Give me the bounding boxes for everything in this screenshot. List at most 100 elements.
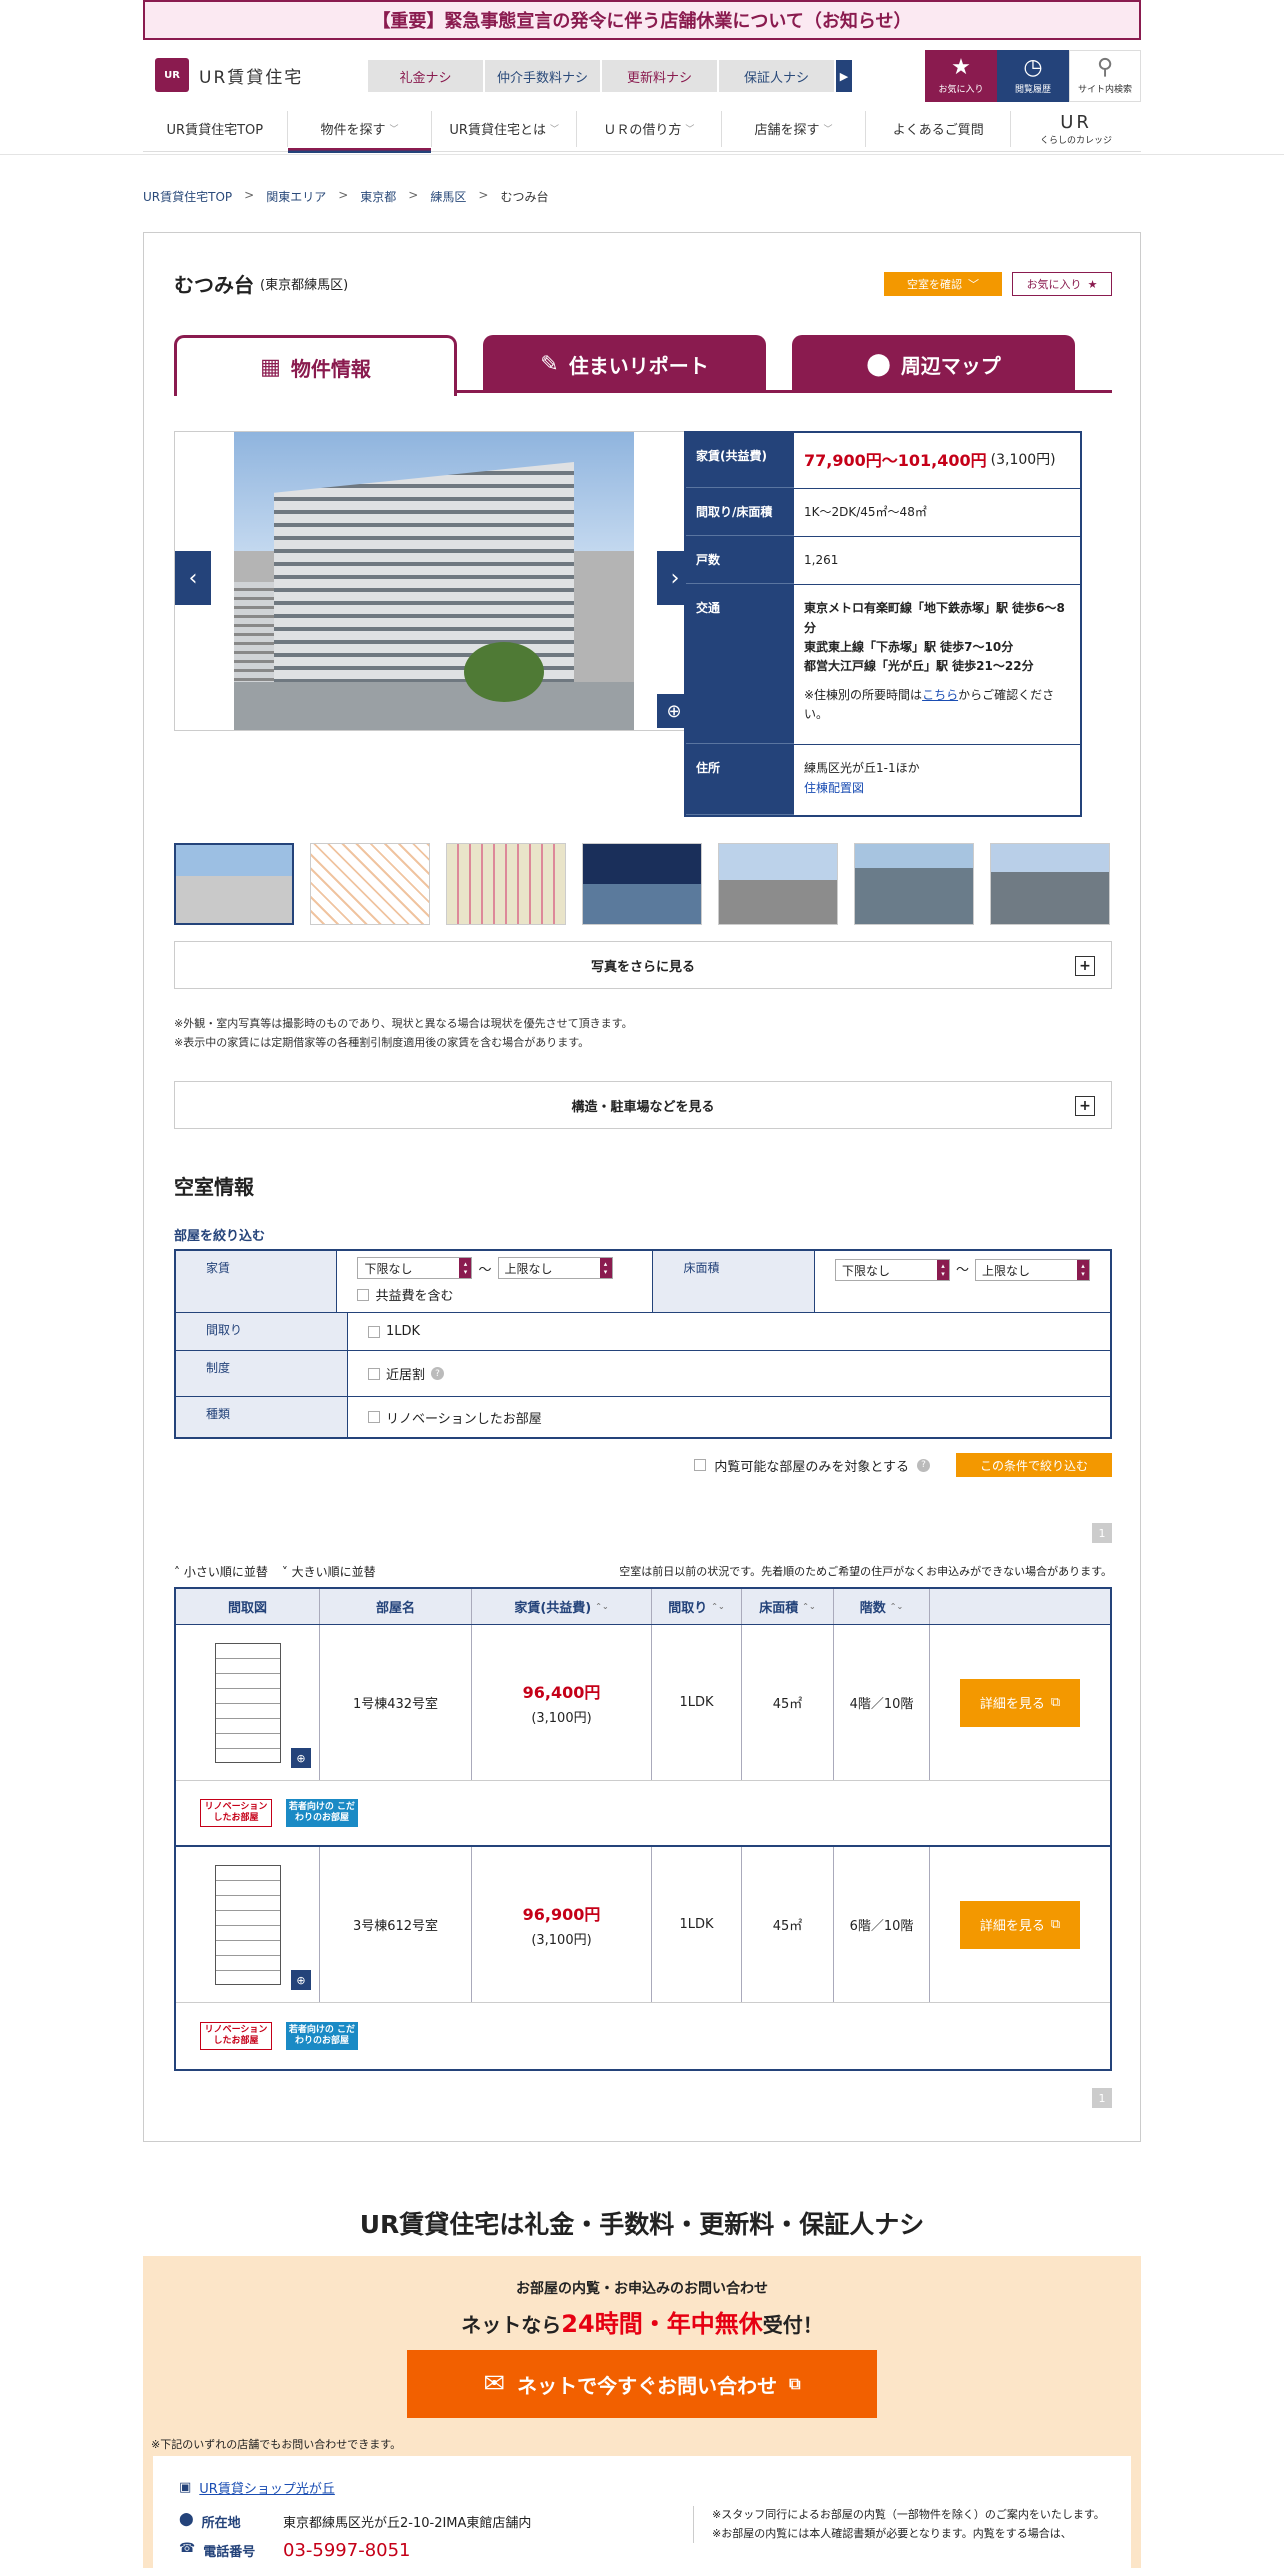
breadcrumb-item[interactable]: 練馬区 [430,188,466,205]
banner-next-arrow-icon[interactable]: ▶ [836,60,852,92]
nav-college-link[interactable]: UR くらしのカレッジ [1011,112,1141,146]
breadcrumb-item[interactable]: 関東エリア [266,188,326,205]
history-button[interactable]: ◷ 閲覧履歴 [997,50,1069,102]
include-common-checkbox[interactable] [357,1288,370,1301]
breadcrumb-item[interactable]: UR賃貸住宅TOP [143,188,232,205]
viewable-only-checkbox[interactable] [694,1459,707,1471]
tab-living-report[interactable]: ✎ 住まいリポート [483,335,766,393]
area-min-select[interactable]: 下限なし [834,1259,950,1281]
nav-how-to-rent[interactable]: ＵＲの借り方 ﹀ [577,110,722,147]
nav-faq[interactable]: よくあるご質問 [866,110,1012,147]
room-table-header: 間取図 部屋名 家賃(共益費) ⌃⌄ 間取り ⌃⌄ 床面積 ⌃⌄ 階数 ⌃⌄ [176,1589,1110,1625]
sort-note: 空室は前日以前の状況です。先着順のためご希望の住戸がなくお申込みができない場合が… [619,1565,1112,1578]
favorites-button[interactable]: ★ お気に入り [925,50,997,102]
header-divider [0,154,1284,155]
sort-layout-header[interactable]: 間取り ⌃⌄ [652,1589,742,1624]
layout-label: 間取り/床面積 [686,489,794,537]
shop-address-row: ⬤ 所在地 東京都練馬区光が丘2-10-2IMA東館店舗内 [179,2512,532,2531]
thumbnail[interactable] [718,843,838,925]
thumbnail[interactable] [174,843,294,925]
sort-floor-header[interactable]: 階数 ⌃⌄ [834,1589,930,1624]
contact-note: ※下記のいずれの店舗でもお問い合わせできます。 [151,2438,402,2451]
room-detail-button[interactable]: 詳細を見る ⧉ [960,1900,1080,1949]
banner-no-guarantor[interactable]: 保証人ナシ [719,60,834,92]
site-logo[interactable]: UR UR賃貸住宅 [155,58,303,92]
logo-text: UR賃貸住宅 [199,67,304,88]
room-rent: 96,400円 [522,1683,601,1702]
rent-max-select[interactable]: 上限なし [497,1257,613,1279]
tab-area-map[interactable]: ⬤ 周辺マップ [792,335,1075,393]
filter-title: 部屋を絞り込む [174,1229,266,1244]
chevron-right-icon: › [670,565,680,591]
rent-range: 77,900円～101,400円 [804,450,987,470]
breadcrumb: UR賃貸住宅TOP > 関東エリア > 東京都 > 練馬区 > むつみ台 [143,188,549,205]
emergency-notice-banner[interactable]: 【重要】緊急事態宣言の発令に伴う店舗休業について（お知らせ） [143,0,1141,40]
layout-1ldk-checkbox[interactable] [368,1325,380,1338]
global-nav: UR賃貸住宅TOP 物件を探す ﹀ UR賃貸住宅とは ﹀ ＵＲの借り方 ﹀ 店舗を探す… [143,106,1141,153]
page-number[interactable]: 1 [1092,1523,1112,1543]
address-value: 練馬区光が丘1-1ほか [804,761,920,776]
check-vacancy-button[interactable]: 空室を確認 ﹀ [884,272,1002,296]
nav-about[interactable]: UR賃貸住宅とは ﹀ [432,110,578,147]
area-max-select[interactable]: 上限なし [974,1259,1090,1281]
nav-find-store[interactable]: 店舗を探す ﹀ [722,110,867,147]
floor-plan-image[interactable] [214,1642,281,1763]
benefit-banners: 礼金ナシ 仲介手数料ナシ 更新料ナシ 保証人ナシ ▶ [368,60,852,92]
page-number[interactable]: 1 [1092,2088,1112,2108]
zoom-icon[interactable]: ⊕ [291,1748,311,1768]
units-label: 戸数 [686,537,794,585]
site-search-button[interactable]: ⚲ サイト内検索 [1069,50,1141,102]
apply-filter-button[interactable]: この条件で絞り込む [956,1453,1112,1477]
chevron-down-icon: ﹀ [549,125,559,135]
zoom-icon[interactable]: ⊕ [291,1970,311,1990]
renovated-checkbox[interactable] [368,1411,380,1423]
net-inquiry-button[interactable]: ✉ ネットで今すぐお問い合わせ ⧉ [407,2350,877,2418]
shop-tel-row: ☎ 電話番号 03-5997-8051 [179,2540,411,2561]
young-tag: 若者向けの こだわりのお部屋 [286,2022,358,2050]
sort-asc-link[interactable]: ˄ 小さい順に並替 [174,1563,268,1580]
map-pin-icon: ⬤ [866,351,891,377]
tab-property-info[interactable]: ▦ 物件情報 [174,335,457,396]
sort-area-header[interactable]: 床面積 ⌃⌄ [742,1589,834,1624]
nav-top[interactable]: UR賃貸住宅TOP [143,110,288,147]
access-detail-link[interactable]: こちら [922,688,958,702]
shop-icon: ▣ [179,2480,192,2495]
sort-icon: ⌃⌄ [889,1602,904,1611]
property-photo [234,432,634,730]
room-detail-button[interactable]: 詳細を見る ⧉ [960,1678,1080,1727]
thumbnail[interactable] [990,843,1110,925]
help-icon[interactable]: ? [917,1458,930,1472]
rent-min-select[interactable]: 下限なし [357,1257,473,1279]
banner-no-renewal-fee[interactable]: 更新料ナシ [602,60,717,92]
viewable-only-label: 内覧可能な部屋のみを対象とする [714,1459,909,1475]
sort-desc-link[interactable]: ˅ 大きい順に並替 [282,1563,376,1580]
more-photos-toggle[interactable]: 写真をさらに見る + [174,941,1112,989]
thumbnail[interactable] [310,843,430,925]
nav-search-property[interactable]: 物件を探す ﹀ [287,110,433,153]
prev-photo-button[interactable]: ‹ [175,551,211,605]
shop-tel[interactable]: 03-5997-8051 [283,2540,411,2561]
structure-parking-toggle[interactable]: 構造・駐車場などを見る + [174,1081,1112,1129]
help-icon[interactable]: ? [431,1367,445,1380]
shop-address: 東京都練馬区光が丘2-10-2IMA東館店舗内 [283,2516,532,2531]
room-name: 3号棟612号室 [320,1847,472,2002]
building-layout-link[interactable]: 住棟配置図 [804,779,1070,798]
add-favorite-button[interactable]: お気に入り ★ [1012,272,1112,296]
thumbnail[interactable] [446,843,566,925]
location-pin-icon: ⬤ [179,2512,194,2527]
star-icon: ★ [951,55,971,80]
external-link-icon: ⧉ [1050,1695,1061,1710]
notice-text[interactable]: 【重要】緊急事態宣言の発令に伴う店舗休業について（お知らせ） [372,7,911,33]
layout-value: 1K～2DK/45㎡～48㎡ [804,505,927,519]
thumbnail[interactable] [854,843,974,925]
floor-plan-image[interactable] [214,1864,281,1985]
kinkyo-discount-checkbox[interactable] [368,1367,380,1380]
thumbnail[interactable] [582,843,702,925]
shop-name-link[interactable]: ▣ UR賃貸ショップ光が丘 [179,2478,335,2497]
banner-no-agency-fee[interactable]: 仲介手数料ナシ [485,60,600,92]
contact-subtitle: お部屋の内覧・お申込みのお問い合わせ [516,2281,768,2297]
banner-no-key-money[interactable]: 礼金ナシ [368,60,483,92]
breadcrumb-item[interactable]: 東京都 [360,188,396,205]
sort-rent-header[interactable]: 家賃(共益費) ⌃⌄ [472,1589,652,1624]
mail-icon: ✉ [483,2369,506,2399]
